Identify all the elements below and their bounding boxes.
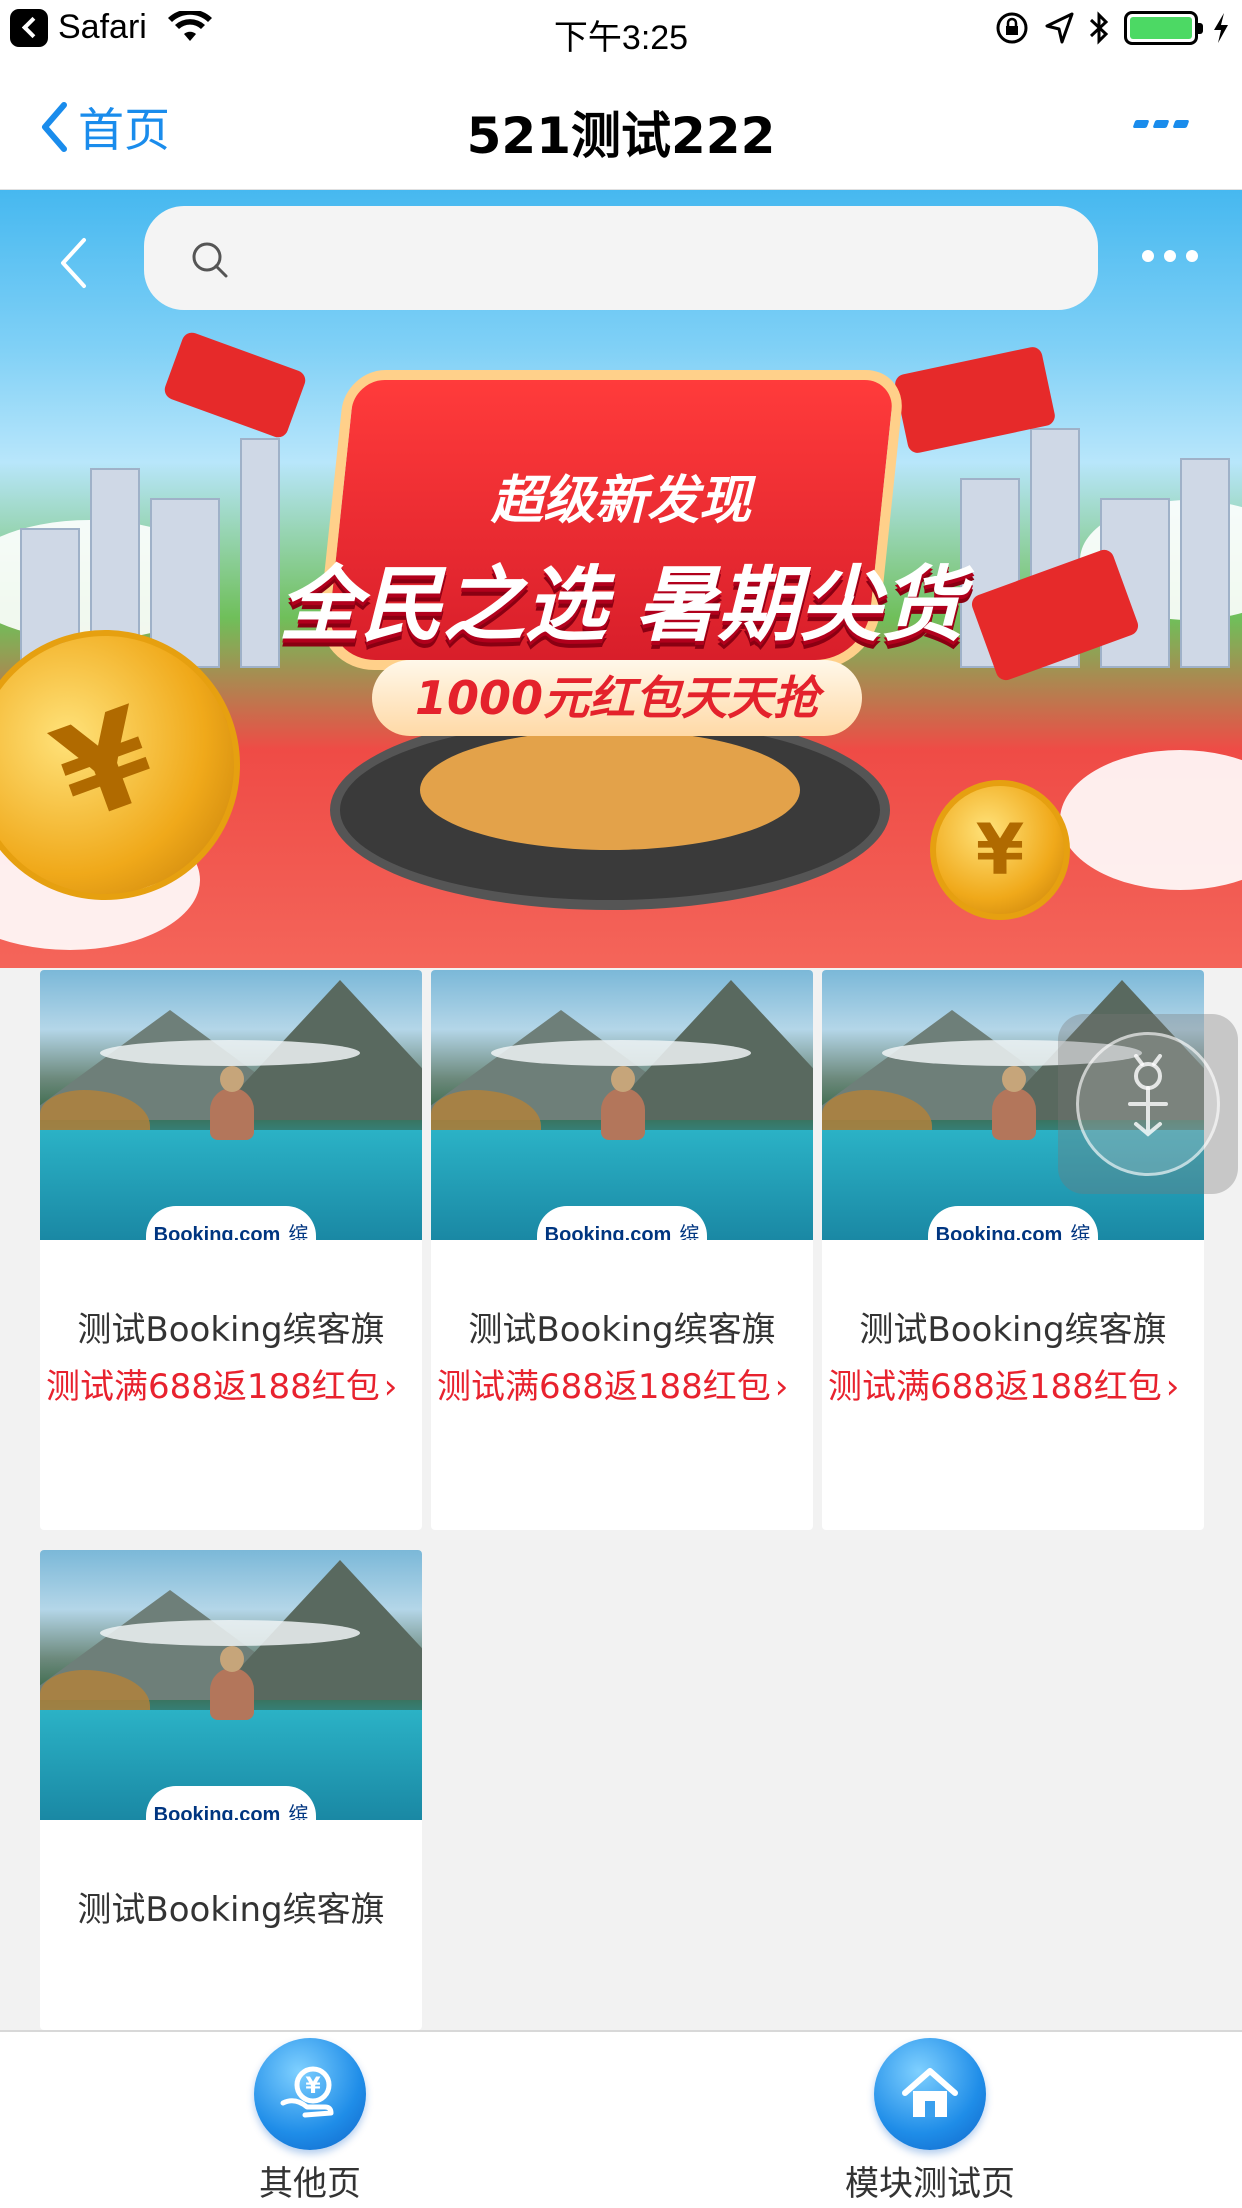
yen-hand-icon: ¥ [254, 2038, 366, 2150]
battery-icon [1124, 11, 1203, 45]
navigation-bar: 首页 521测试222 [0, 62, 1242, 190]
product-card[interactable]: Booking.com缤客 测试Booking缤客旗 测试满688返188红包› [431, 970, 813, 1530]
svg-text:¥: ¥ [305, 2074, 321, 2099]
booking-logo: Booking.com缤客 [146, 1206, 316, 1240]
banner-more-button[interactable] [1142, 250, 1198, 262]
banner-search-bar[interactable] [144, 206, 1098, 310]
product-title: 测试Booking缤客旗 [77, 1310, 385, 1350]
promo-headline-top: 超级新发现 [490, 471, 751, 531]
product-card[interactable]: Booking.com缤客 测试Booking缤客旗 测试满688返188红包› [40, 970, 422, 1530]
promo-banner[interactable]: 超级新发现 全民之选 暑期尖货 1000元红包天天抢 ¥ ¥ [0, 190, 1242, 968]
booking-logo: Booking.com缤客 [146, 1786, 316, 1820]
bluetooth-icon [1089, 11, 1109, 45]
home-icon [874, 2038, 986, 2150]
product-promo-link[interactable]: 测试满688返188红包 › [431, 1359, 813, 1408]
product-title: 测试Booking缤客旗 [468, 1310, 776, 1350]
floating-debug-button[interactable] [1058, 1014, 1238, 1194]
booking-logo: Booking.com缤客 [537, 1206, 707, 1240]
chevron-right-icon: › [383, 1367, 398, 1407]
chevron-right-icon: › [774, 1367, 789, 1407]
coin-decoration: ¥ [930, 780, 1070, 920]
product-title: 测试Booking缤客旗 [77, 1890, 385, 1930]
tab-other-page[interactable]: ¥ 其他页 [160, 2038, 460, 2205]
product-image: Booking.com缤客 [40, 970, 422, 1240]
status-bar: Safari 下午3:25 [0, 0, 1242, 62]
tab-label: 其他页 [259, 2164, 361, 2204]
tab-bar: ¥ 其他页 模块测试页 [0, 2030, 1242, 2208]
promo-headline-sub: 1000元红包天天抢 [372, 660, 862, 736]
product-image: Booking.com缤客 [40, 1550, 422, 1820]
booking-logo: Booking.com缤客 [928, 1206, 1098, 1240]
tab-label: 模块测试页 [845, 2164, 1015, 2204]
chevron-right-icon: › [1165, 1367, 1180, 1407]
product-card[interactable]: Booking.com缤客 测试Booking缤客旗 [40, 1550, 422, 2030]
ant-icon [1128, 1054, 1168, 1137]
orientation-lock-icon [996, 12, 1028, 44]
product-title: 测试Booking缤客旗 [859, 1310, 1167, 1350]
charging-icon [1214, 13, 1228, 43]
tab-module-test-page[interactable]: 模块测试页 [780, 2038, 1080, 2205]
more-options-button[interactable] [1132, 120, 1190, 128]
page-title: 521测试222 [466, 107, 776, 165]
banner-back-icon[interactable] [58, 236, 88, 290]
product-promo-link[interactable]: 测试满688返188红包 › [40, 1359, 422, 1408]
product-promo-link[interactable]: 测试满688返188红包 › [822, 1359, 1204, 1408]
promo-headline-main: 全民之选 暑期尖货 [278, 558, 964, 653]
product-image: Booking.com缤客 [431, 970, 813, 1240]
search-icon [192, 242, 228, 278]
location-icon [1045, 12, 1074, 44]
